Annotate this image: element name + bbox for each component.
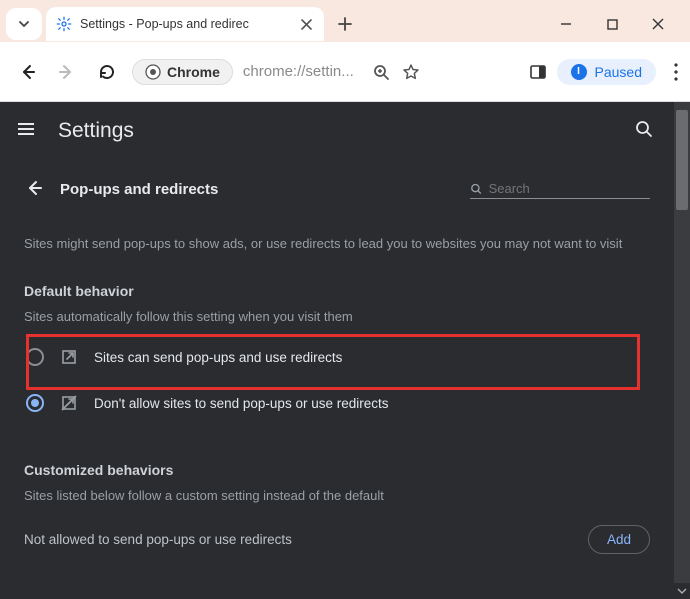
settings-topbar: Settings xyxy=(0,102,674,160)
chrome-logo-icon xyxy=(145,64,161,80)
kebab-icon xyxy=(674,63,678,81)
reload-button[interactable] xyxy=(92,57,122,87)
window-controls xyxy=(552,10,690,38)
radio-dot xyxy=(31,399,39,407)
minimize-button[interactable] xyxy=(552,10,580,38)
maximize-button[interactable] xyxy=(598,10,626,38)
not-allowed-label: Not allowed to send pop-ups or use redir… xyxy=(24,532,292,547)
option-block-label: Don't allow sites to send pop-ups or use… xyxy=(94,396,388,411)
settings-search-button[interactable] xyxy=(634,119,658,143)
url-text: chrome://settin... xyxy=(243,63,354,80)
omnibox[interactable]: Chrome chrome://settin... xyxy=(132,59,354,85)
maximize-icon xyxy=(606,18,619,31)
external-link-blocked-icon xyxy=(60,394,78,412)
highlight-annotation xyxy=(26,334,640,390)
search-icon xyxy=(470,182,483,196)
arrow-left-icon xyxy=(17,62,37,82)
back-button[interactable] xyxy=(12,57,42,87)
settings-content: Settings Pop-ups and redirects Sites mig… xyxy=(0,102,690,599)
minimize-icon xyxy=(559,17,573,31)
search-input[interactable] xyxy=(489,181,650,196)
gear-icon xyxy=(56,16,72,32)
bookmark-button[interactable] xyxy=(402,63,420,81)
side-panel-button[interactable] xyxy=(529,63,547,81)
browser-menu-button[interactable] xyxy=(674,63,678,81)
customized-sub: Sites listed below follow a custom setti… xyxy=(24,488,650,503)
chrome-chip-label: Chrome xyxy=(167,64,220,80)
close-icon xyxy=(301,19,312,30)
zoom-icon xyxy=(372,63,390,81)
avatar: I xyxy=(571,64,587,80)
new-tab-button[interactable] xyxy=(330,9,360,39)
omnibox-actions xyxy=(372,63,420,81)
arrow-left-icon xyxy=(24,178,44,198)
hamburger-icon xyxy=(16,119,36,139)
chrome-chip: Chrome xyxy=(132,59,233,85)
not-allowed-row: Not allowed to send pop-ups or use redir… xyxy=(24,525,650,554)
star-icon xyxy=(402,63,420,81)
tab-close-button[interactable] xyxy=(298,16,314,32)
add-button[interactable]: Add xyxy=(588,525,650,554)
scrollbar[interactable] xyxy=(674,102,690,599)
close-icon xyxy=(651,17,665,31)
inline-search[interactable] xyxy=(470,179,650,199)
profile-paused-chip[interactable]: I Paused xyxy=(557,59,656,85)
tab-title: Settings - Pop-ups and redirec xyxy=(80,17,290,31)
page-subheader: Pop-ups and redirects xyxy=(24,160,650,214)
paused-label: Paused xyxy=(595,64,642,80)
window-titlebar: Settings - Pop-ups and redirec xyxy=(0,0,690,42)
forward-button[interactable] xyxy=(52,57,82,87)
panel-icon xyxy=(529,63,547,81)
page-title: Pop-ups and redirects xyxy=(60,181,218,198)
customized-heading: Customized behaviors xyxy=(24,462,650,478)
default-behavior-sub: Sites automatically follow this setting … xyxy=(24,309,650,324)
settings-page: Pop-ups and redirects Sites might send p… xyxy=(0,160,674,599)
menu-button[interactable] xyxy=(16,119,40,143)
plus-icon xyxy=(338,17,352,31)
settings-app-title: Settings xyxy=(58,119,134,143)
search-icon xyxy=(634,119,654,139)
page-description: Sites might send pop-ups to show ads, or… xyxy=(24,236,650,251)
browser-toolbar: Chrome chrome://settin... I Paused xyxy=(0,42,690,102)
default-behavior-heading: Default behavior xyxy=(24,283,650,299)
window-close-button[interactable] xyxy=(644,10,672,38)
browser-tab[interactable]: Settings - Pop-ups and redirec xyxy=(46,7,324,41)
radio-block[interactable] xyxy=(26,394,44,412)
tab-list-dropdown[interactable] xyxy=(6,8,42,40)
settings-back-button[interactable] xyxy=(24,178,46,200)
scroll-down-button[interactable] xyxy=(674,583,690,599)
reload-icon xyxy=(98,63,116,81)
zoom-button[interactable] xyxy=(372,63,390,81)
arrow-right-icon xyxy=(57,62,77,82)
chevron-down-icon xyxy=(18,18,30,30)
scroll-thumb[interactable] xyxy=(676,110,688,210)
chevron-down-icon xyxy=(677,586,687,596)
